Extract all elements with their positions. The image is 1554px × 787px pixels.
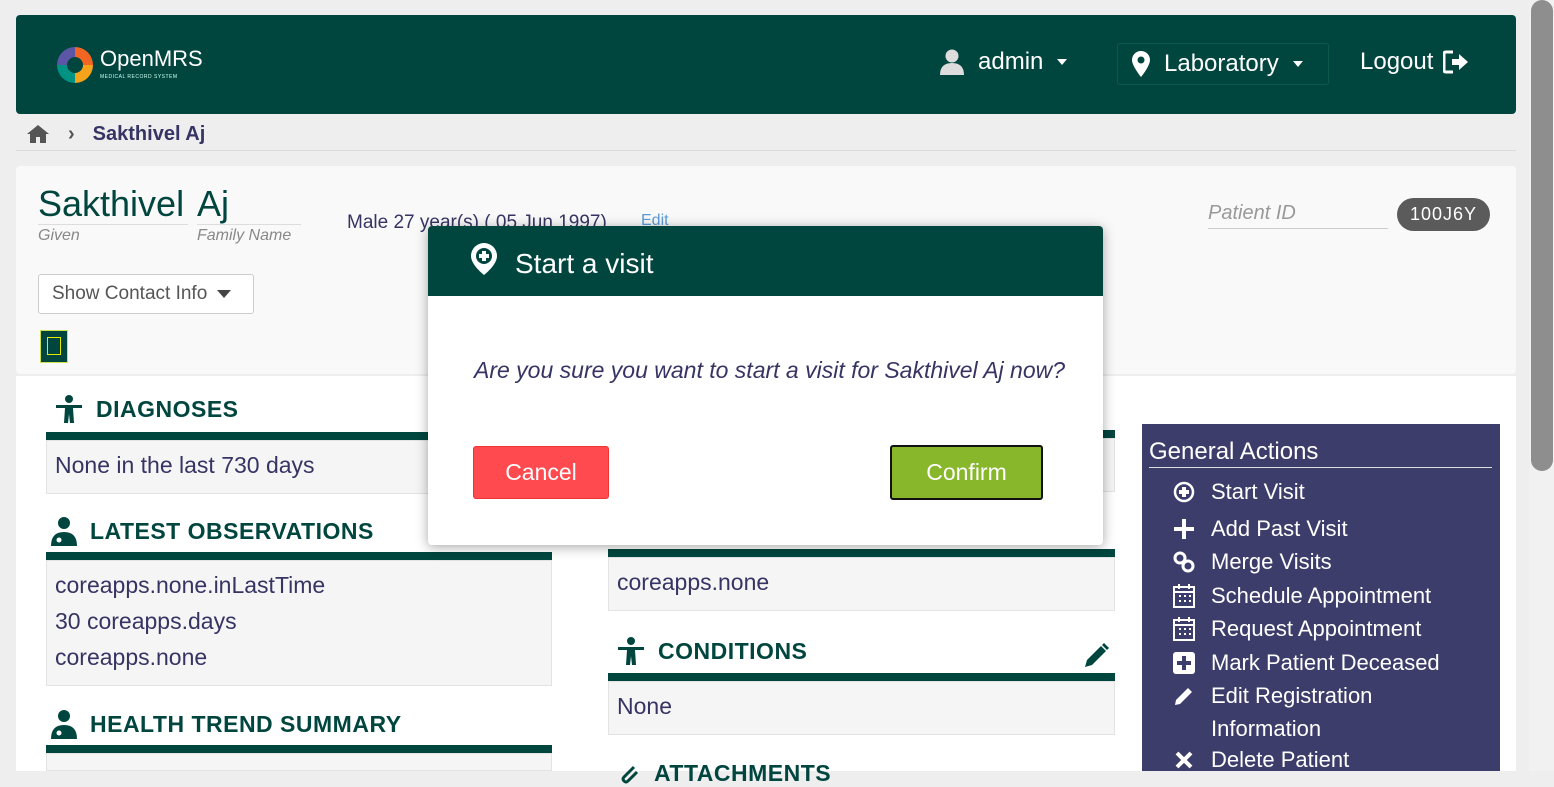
confirm-button[interactable]: Confirm <box>890 445 1043 500</box>
dialog-message: Are you sure you want to start a visit f… <box>474 357 1066 383</box>
start-visit-icon <box>471 243 497 275</box>
dialog-title: Start a visit <box>515 248 654 279</box>
start-visit-dialog: Start a visit Are you sure you want to s… <box>428 226 1103 545</box>
scrollbar-thumb[interactable] <box>1531 0 1553 471</box>
cancel-button[interactable]: Cancel <box>473 446 609 499</box>
